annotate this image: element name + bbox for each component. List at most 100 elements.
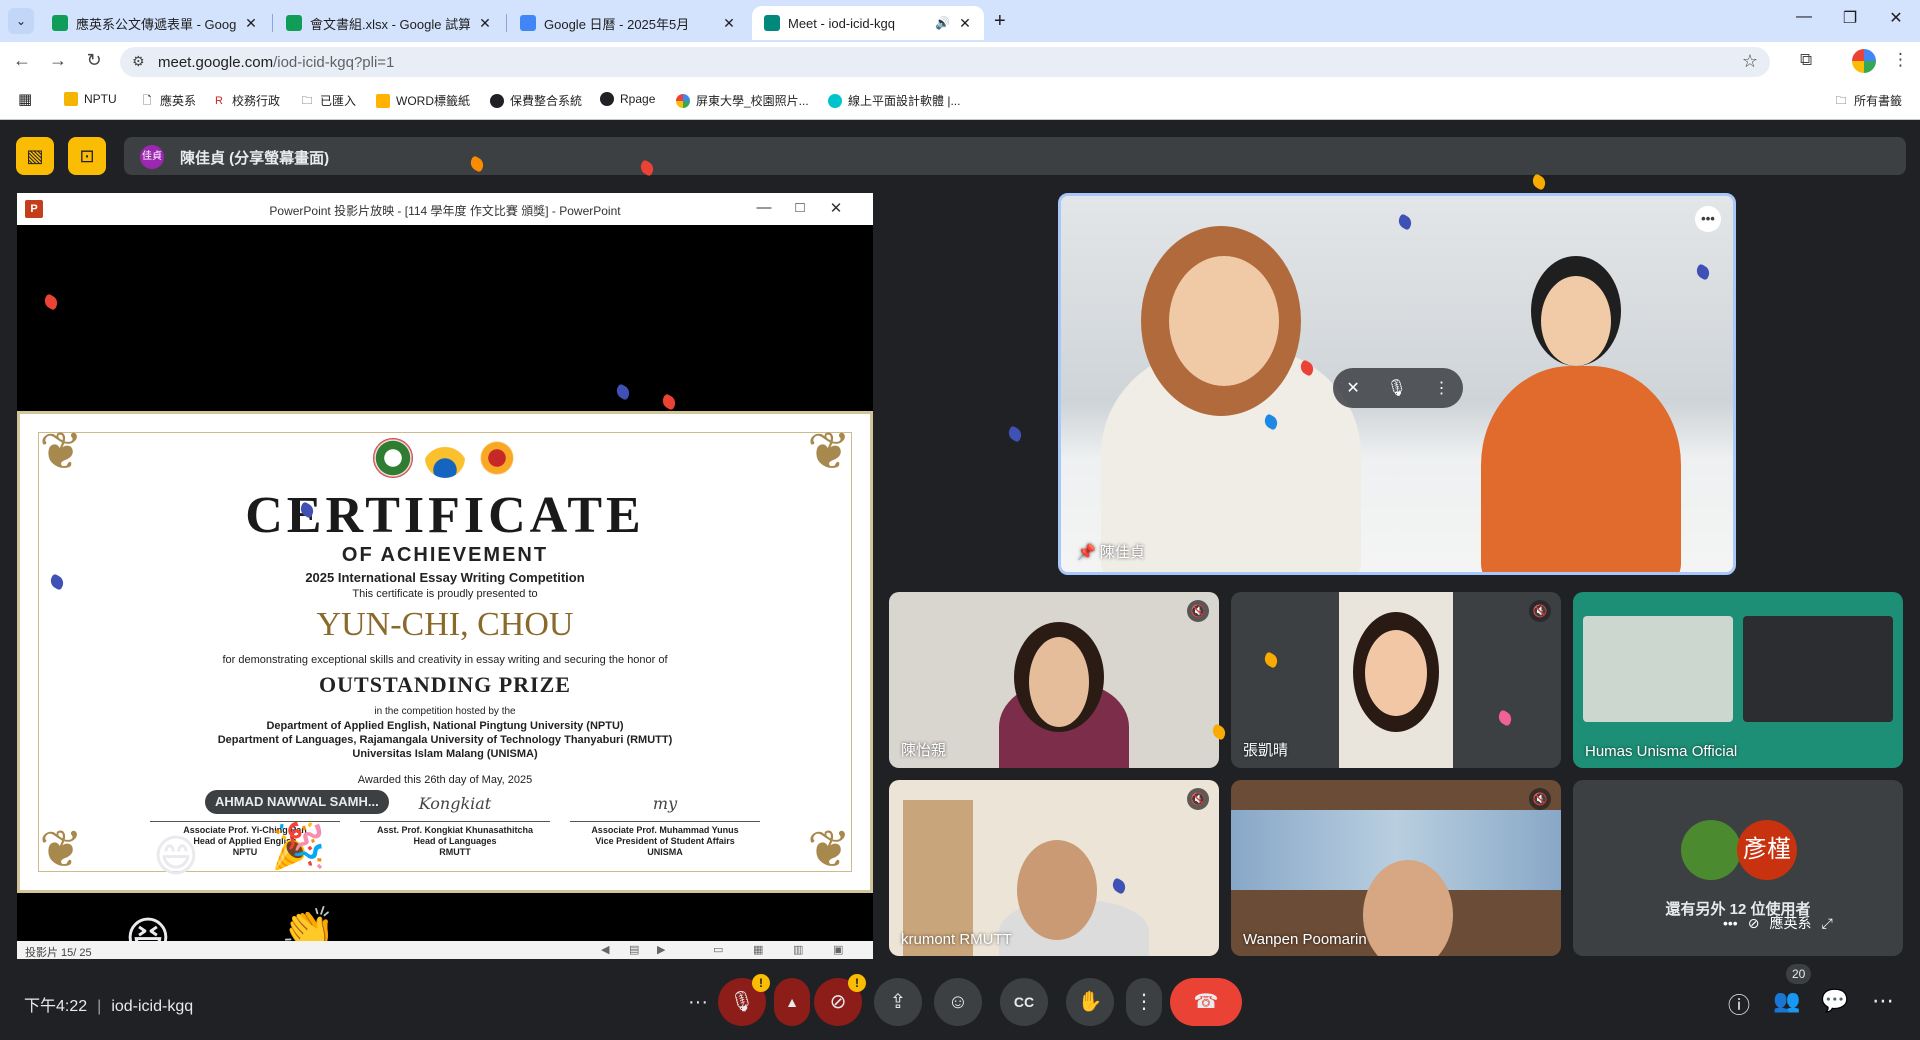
pin-off-icon[interactable]: ✕ (1346, 378, 1359, 398)
warning-icon: ! (848, 974, 866, 992)
prev-slide-icon: ◀ (601, 944, 610, 956)
activities-icon[interactable]: ⋯ (1868, 988, 1898, 1014)
back-icon[interactable]: ← (10, 50, 34, 71)
meeting-details-icon[interactable]: ⓘ (1724, 988, 1754, 1020)
minimize-icon[interactable]: — (1784, 8, 1824, 26)
emoji-button[interactable]: ☺ (934, 978, 982, 1026)
word-icon (376, 93, 390, 108)
signature-block: Kongkiat Asst. Prof. Kongkiat Khunasathi… (360, 796, 550, 858)
profile-avatar[interactable] (1852, 49, 1876, 73)
participant-name: 張凱晴 (1243, 742, 1289, 759)
clock: 下午4:22 (24, 998, 88, 1015)
new-tab-button[interactable]: + (994, 10, 1006, 33)
video-tile[interactable]: Humas Unisma Official (1573, 592, 1903, 768)
site-info-icon[interactable]: ⚙ (132, 53, 145, 70)
reload-icon[interactable]: ↻ (82, 50, 106, 71)
extensions-icon[interactable]: ⧉ (1800, 50, 1812, 70)
leave-call-button[interactable]: ☎ (1170, 978, 1242, 1026)
tile-menu-icon[interactable]: ⋮ (1434, 378, 1450, 398)
bookmark-word-labels[interactable]: WORD標籤紙 (376, 92, 470, 109)
people-icon[interactable]: 👥 (1772, 988, 1802, 1014)
mic-off-button[interactable]: 🎙! (718, 974, 770, 1026)
more-options-icon[interactable]: ••• (1695, 206, 1721, 232)
ppt-close-icon: ✕ (829, 200, 843, 217)
mic-off-icon: 🔇 (1529, 788, 1551, 810)
self-name: 應英系 (1769, 915, 1812, 931)
tab-search-button[interactable]: ⌄ (8, 8, 34, 34)
video-tile[interactable]: 🔇 陳怡親 (889, 592, 1219, 768)
nptu-icon (64, 92, 78, 106)
normal-view-icon: ▭ (713, 944, 724, 956)
bookmark-rpage[interactable]: Rpage (600, 92, 655, 106)
ornament-icon: ❦ (807, 822, 851, 879)
present-screen-button[interactable]: ⇪ (874, 978, 922, 1026)
bookmark-star-icon[interactable]: ☆ (1742, 51, 1758, 72)
rpage-icon (600, 92, 614, 106)
participant-avatar (1681, 820, 1741, 880)
camera-off-button[interactable]: ⊘! (814, 974, 866, 1026)
hide-presentation-button[interactable]: ▧ (16, 137, 54, 175)
tab-strip: ⌄ 應英系公文傳遞表單 - Google 試算表 ✕ 會文書組.xlsx - G… (0, 0, 1920, 42)
close-tab-icon[interactable]: ✕ (242, 15, 260, 32)
mic-icon[interactable]: 🎙 (1387, 378, 1407, 398)
video-tile[interactable]: 🔇 krumont RMUTT (889, 780, 1219, 956)
tab-sheets-1[interactable]: 應英系公文傳遞表單 - Google 試算表 ✕ (40, 6, 270, 40)
bookmark-design-tool[interactable]: 線上平面設計軟體 |... (828, 92, 960, 109)
tab-sheets-2[interactable]: 會文書組.xlsx - Google 試算表 ✕ (274, 6, 504, 40)
participant-name: Wanpen Poomarin (1243, 931, 1367, 948)
participant-avatar: 彥槿 (1737, 820, 1797, 880)
signer-org: RMUTT (439, 847, 471, 857)
captions-button[interactable]: CC (1000, 978, 1048, 1026)
overflow-tile[interactable]: 彥槿 還有另外 12 位使用者 ••• ⊘ 應英系 ⤢ (1573, 780, 1903, 956)
apps-grid-icon[interactable]: ▦ (18, 90, 32, 108)
bookmark-admin[interactable]: R 校務行政 (212, 92, 280, 109)
participant-name: Humas Unisma Official (1585, 743, 1738, 760)
page-icon: 🗋 (142, 94, 152, 107)
bookmark-nptu[interactable]: NPTU (64, 92, 117, 106)
bookmark-insurance[interactable]: 保費整合系統 (490, 92, 582, 109)
participant-name: krumont RMUTT (901, 931, 1012, 948)
close-tab-icon[interactable]: ✕ (956, 15, 974, 32)
close-tab-icon[interactable]: ✕ (476, 15, 494, 32)
confetti (1529, 173, 1549, 191)
meeting-info: 下午4:22 | iod-icid-kgq (24, 998, 194, 1015)
self-view-chip: ••• ⊘ 應英系 ⤢ (1723, 908, 1833, 938)
bookmarks-bar: ▦ NPTU 🗋 應英系 R 校務行政 🗀 已匯入 WORD標籤紙 保費整合系統 Rp… (0, 82, 1920, 120)
meeting-code: iod-icid-kgq (111, 998, 194, 1015)
restore-icon[interactable]: ❐ (1830, 8, 1870, 28)
more-options-icon[interactable]: ••• (1723, 915, 1738, 931)
close-tab-icon[interactable]: ✕ (720, 15, 738, 32)
menu-kebab-icon[interactable]: ⋮ (1892, 50, 1909, 70)
expand-icon[interactable]: ⤢ (1821, 915, 1832, 932)
reaction-sender: AHMAD NAWWAL SAMH... (205, 790, 389, 814)
shared-screen: P PowerPoint 投影片放映 - [114 學年度 作文比賽 頒獎] -… (17, 193, 873, 961)
layout-button[interactable]: ⊡ (68, 137, 106, 175)
participant-count-badge: 20 (1786, 964, 1812, 984)
bookmark-campus-photos[interactable]: 屏東大學_校園照片... (676, 92, 809, 109)
address-bar[interactable]: ⚙ meet.google.com/iod-icid-kgq?pli=1 ☆ (120, 47, 1770, 77)
bookmark-imported[interactable]: 🗀 已匯入 (300, 92, 357, 109)
forward-icon[interactable]: → (46, 50, 70, 71)
browser-chrome: ⌄ 應英系公文傳遞表單 - Google 試算表 ✕ 會文書組.xlsx - G… (0, 0, 1920, 120)
raise-hand-button[interactable]: ✋ (1066, 978, 1114, 1026)
tab-meet[interactable]: Meet - iod-icid-kgq 🔊 ✕ (752, 6, 984, 40)
ppt-window-title: PowerPoint 投影片放映 - [114 學年度 作文比賽 頒獎] - P… (269, 204, 621, 218)
all-bookmarks[interactable]: 🗀 所有書籤 (1834, 92, 1903, 109)
video-tile[interactable]: 🔇 張凱晴 (1231, 592, 1561, 768)
rmutt-logo (425, 438, 465, 478)
ppt-titlebar: P PowerPoint 投影片放映 - [114 學年度 作文比賽 頒獎] -… (17, 193, 873, 225)
tab-calendar[interactable]: Google 日曆 - 2025年5月 ✕ (508, 6, 748, 40)
speaker-icon[interactable]: 🔊 (935, 16, 950, 30)
tile-hover-controls: ✕ 🎙 ⋮ (1333, 368, 1463, 408)
more-options-button[interactable]: ⋮ (1126, 978, 1162, 1026)
video-tile[interactable]: 🔇 Wanpen Poomarin (1231, 780, 1561, 956)
meet-window: ▧ ⊡ 佳貞 陳佳貞 (分享螢幕畫面) P PowerPoint 投影片放映 -… (0, 120, 1920, 1040)
signer-role: Vice President of Student Affairs (595, 836, 735, 846)
video-tile-main[interactable]: ••• ✕ 🎙 ⋮ 📌 陳佳貞 (1058, 193, 1736, 575)
presenter-label: 陳佳貞 (分享螢幕畫面) (180, 150, 330, 167)
chat-icon[interactable]: 💬 (1820, 988, 1850, 1014)
bookmark-english-dept[interactable]: 🗋 應英系 (140, 92, 196, 109)
chevron-up-icon[interactable]: ▲ (774, 978, 810, 1026)
close-window-icon[interactable]: ✕ (1876, 8, 1916, 28)
more-audio-options-icon[interactable]: ··· (678, 978, 718, 1026)
